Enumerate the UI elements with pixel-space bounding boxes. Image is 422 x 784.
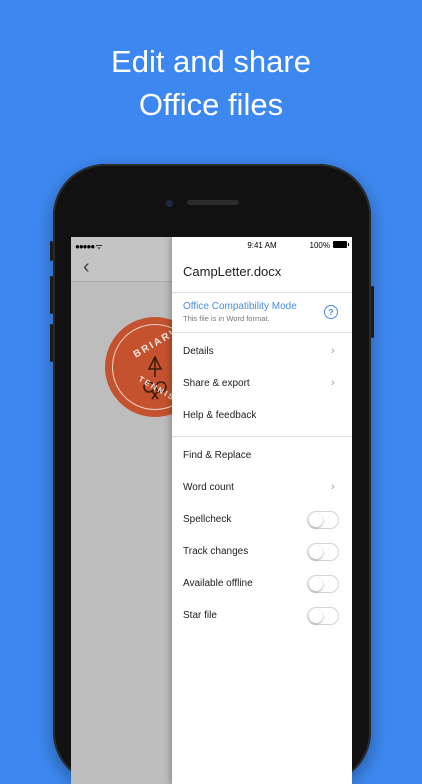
toggle-knob: [309, 609, 323, 623]
document-toolbar: ‹: [71, 253, 172, 282]
document-menu-panel: 9:41 AM 100% CampLetter.docx Office Comp…: [172, 237, 352, 784]
volume-up-button: [50, 276, 53, 314]
menu-item-label: Share & export: [183, 378, 250, 389]
compatibility-mode-subtitle: This file is in Word format.: [183, 314, 270, 323]
phone-screen: ●●●●● ᯤ ‹ BRIARW TENNIS CA 9:41 AM 100%: [71, 237, 352, 784]
toggle-knob: [309, 577, 323, 591]
menu-item-label: Available offline: [183, 578, 253, 589]
menu-item-word-count[interactable]: Word count ›: [172, 472, 352, 504]
available-offline-toggle[interactable]: [307, 575, 339, 593]
divider: [172, 332, 352, 333]
menu-item-label: Details: [183, 346, 214, 357]
menu-item-spellcheck: Spellcheck: [172, 504, 352, 536]
battery-icon: [333, 241, 349, 248]
menu-item-label: Spellcheck: [183, 514, 232, 525]
toggle-knob: [309, 513, 323, 527]
earpiece-speaker: [187, 200, 239, 205]
track-changes-toggle[interactable]: [307, 543, 339, 561]
volume-down-button: [50, 324, 53, 362]
menu-item-details[interactable]: Details ›: [172, 336, 352, 368]
menu-item-track-changes: Track changes: [172, 536, 352, 568]
chevron-right-icon: ›: [331, 377, 335, 389]
menu-item-label: Track changes: [183, 546, 249, 557]
mute-switch: [50, 241, 53, 261]
menu-item-share-export[interactable]: Share & export ›: [172, 368, 352, 400]
status-bar: ●●●●● ᯤ: [71, 237, 172, 253]
menu-item-label: Find & Replace: [183, 450, 252, 461]
chevron-left-icon[interactable]: ‹: [83, 257, 90, 277]
file-title: CampLetter.docx: [183, 264, 282, 279]
menu-item-find-replace[interactable]: Find & Replace: [172, 440, 352, 472]
menu-item-label: Help & feedback: [183, 410, 257, 421]
menu-item-label: Word count: [183, 482, 234, 493]
headline-line-2: Office files: [138, 87, 284, 122]
headline: Edit and share Office files: [0, 40, 422, 126]
front-camera: [166, 200, 173, 207]
menu-item-available-offline: Available offline: [172, 568, 352, 600]
star-file-toggle[interactable]: [307, 607, 339, 625]
help-circle-icon[interactable]: ?: [324, 305, 338, 319]
chevron-right-icon: ›: [331, 481, 335, 493]
panel-status-bar: 9:41 AM 100%: [172, 237, 352, 253]
power-button: [371, 286, 374, 338]
menu-item-help-feedback[interactable]: Help & feedback: [172, 400, 352, 432]
divider: [172, 436, 352, 437]
toggle-knob: [309, 545, 323, 559]
compatibility-mode-title: Office Compatibility Mode: [183, 301, 297, 312]
battery-percent: 100%: [309, 241, 330, 250]
chevron-right-icon: ›: [331, 345, 335, 357]
menu-item-star-file: Star file: [172, 600, 352, 632]
menu-item-label: Star file: [183, 610, 217, 621]
spellcheck-toggle[interactable]: [307, 511, 339, 529]
phone-frame: ●●●●● ᯤ ‹ BRIARW TENNIS CA 9:41 AM 100%: [50, 164, 374, 784]
divider: [172, 292, 352, 293]
signal-icon: ●●●●● ᯤ: [75, 242, 103, 251]
headline-line-1: Edit and share: [111, 44, 311, 79]
